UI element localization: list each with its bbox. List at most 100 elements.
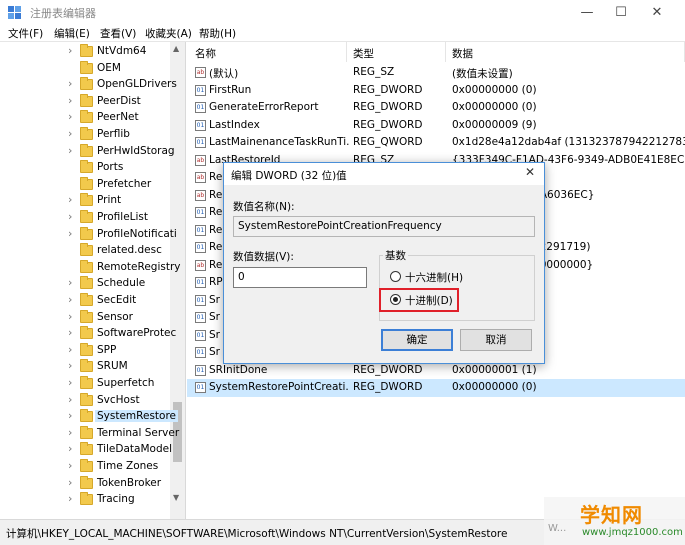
column-header-type[interactable]: 类型 (347, 42, 446, 62)
tree-item[interactable]: RemoteRegistry (0, 259, 181, 277)
dialog-close-icon[interactable]: ✕ (520, 165, 540, 183)
folder-icon (80, 376, 93, 389)
expand-chevron-icon[interactable]: › (68, 459, 72, 472)
tree-item[interactable]: › SoftwareProtec (0, 326, 176, 343)
hex-radio[interactable] (390, 271, 401, 282)
hex-radio-option[interactable]: 十六进制(H) (390, 269, 500, 285)
menu-favorites[interactable]: 收藏夹(A) (145, 26, 192, 41)
tree-item[interactable]: › OpenGLDrivers (0, 77, 177, 94)
expand-chevron-icon[interactable]: › (68, 293, 72, 306)
expand-chevron-icon[interactable]: › (68, 393, 72, 406)
expand-chevron-icon[interactable]: › (68, 110, 72, 123)
tree-item[interactable]: related.desc (0, 243, 170, 260)
tree-item[interactable]: › Terminal Server (0, 425, 179, 443)
folder-icon (80, 60, 93, 74)
expand-chevron-icon[interactable]: › (68, 127, 72, 140)
tree-item[interactable]: › Print (0, 193, 170, 210)
expand-chevron-icon[interactable]: › (68, 144, 72, 157)
tree-item[interactable]: Prefetcher (0, 176, 170, 194)
value-type: REG_SZ (353, 66, 395, 78)
tree-item[interactable]: Ports (0, 160, 170, 177)
value-type: REG_QWORD (353, 136, 423, 148)
tree-item[interactable]: › PeerDist (0, 93, 170, 111)
tree-item[interactable]: › SvcHost (0, 392, 170, 410)
tree-item-label: ProfileList (97, 211, 149, 223)
value-row[interactable]: 01 FirstRun REG_DWORD 0x00000000 (0) (187, 82, 685, 100)
expand-chevron-icon[interactable]: › (68, 442, 72, 455)
maximize-button[interactable]: ☐ (604, 0, 638, 24)
value-row[interactable]: 01 SystemRestorePointCreati... REG_DWORD 0x… (187, 379, 685, 397)
close-button[interactable]: ✕ (640, 0, 674, 24)
value-row[interactable]: 01 SRInitDone REG_DWORD 0x00000001 (1) (187, 362, 685, 380)
tree-item-label: Tracing (97, 493, 135, 506)
expand-chevron-icon[interactable]: › (68, 276, 72, 289)
expand-chevron-icon[interactable]: › (68, 476, 72, 489)
tree-item[interactable]: › SPP (0, 342, 170, 360)
tree-item[interactable]: › TileDataModel (0, 442, 172, 459)
expand-chevron-icon[interactable]: › (68, 376, 72, 389)
tree-item[interactable]: › Perflib (0, 127, 170, 144)
expand-chevron-icon[interactable]: › (68, 492, 72, 505)
scroll-up-icon[interactable]: ▲ (173, 44, 179, 53)
close-icon: ✕ (651, 4, 663, 20)
tree-item-label: SoftwareProtec (97, 327, 177, 340)
value-data-input[interactable]: 0 (233, 267, 367, 288)
tree-item-label: Schedule (97, 277, 146, 290)
expand-chevron-icon[interactable]: › (68, 326, 72, 339)
column-header-data[interactable]: 数据 (446, 42, 685, 62)
tree-item-label: related.desc (97, 244, 162, 257)
cancel-button[interactable]: 取消 (460, 329, 532, 351)
tree-item[interactable]: › Sensor (0, 309, 170, 327)
expand-chevron-icon[interactable]: › (68, 210, 72, 223)
expand-chevron-icon[interactable]: › (68, 77, 72, 90)
tree-item[interactable]: › PeerNet (0, 110, 170, 127)
tree-item[interactable]: › PerHwIdStorag (0, 143, 175, 161)
ok-button[interactable]: 确定 (381, 329, 453, 351)
value-name: SystemRestorePointCreati... (209, 381, 349, 393)
tree-item[interactable]: › SRUM (0, 359, 170, 376)
scroll-down-icon[interactable]: ▼ (173, 493, 179, 502)
tree-item[interactable]: OEM (0, 60, 170, 78)
folder-icon (80, 176, 93, 190)
menu-file[interactable]: 文件(F) (8, 26, 43, 41)
value-data: 0x00000000 (0) (452, 101, 537, 113)
expand-chevron-icon[interactable]: › (68, 359, 72, 372)
tree-item[interactable]: › SystemRestore (0, 409, 178, 426)
expand-chevron-icon[interactable]: › (68, 44, 72, 57)
tree-item[interactable]: › TokenBroker (0, 475, 170, 493)
tree-vertical-scrollbar[interactable]: ▲ ▼ (170, 42, 185, 519)
expand-chevron-icon[interactable]: › (68, 310, 72, 323)
column-header-name[interactable]: 名称 (187, 42, 347, 62)
tree-item[interactable]: › ProfileNotificati (0, 226, 177, 244)
site-watermark: W... 学知网 www.jmqz1000.com (544, 497, 685, 545)
tree-item[interactable]: › ProfileList (0, 210, 170, 227)
expand-chevron-icon[interactable]: › (68, 94, 72, 107)
folder-icon (80, 143, 93, 157)
menu-edit[interactable]: 编辑(E) (54, 26, 90, 41)
tree-item[interactable]: › Schedule (0, 276, 170, 293)
tree-item-label: Time Zones (97, 460, 159, 472)
tree-item[interactable]: › Superfetch (0, 376, 170, 393)
title-bar: 注册表编辑器 — ☐ ✕ (0, 0, 685, 24)
expand-chevron-icon[interactable]: › (68, 193, 72, 206)
value-row[interactable]: 01 GenerateErrorReport REG_DWORD 0x00000000… (187, 99, 685, 117)
menu-help[interactable]: 帮助(H) (199, 26, 236, 41)
tree-item[interactable]: › SecEdit (0, 293, 170, 310)
tree-item[interactable]: › Time Zones (0, 459, 170, 476)
value-row[interactable]: ab (默认) REG_SZ (数值未设置) (187, 64, 685, 82)
value-type: REG_DWORD (353, 83, 423, 96)
registry-tree[interactable]: ▲ ▼ › NtVdm64 OEM › OpenGLDrivers › PeerDist › P… (0, 42, 186, 519)
expand-chevron-icon[interactable]: › (68, 343, 72, 356)
tree-item[interactable]: › NtVdm64 (0, 44, 170, 61)
binary-value-icon: 01 (195, 242, 206, 253)
expand-chevron-icon[interactable]: › (68, 227, 72, 240)
minimize-button[interactable]: — (570, 0, 604, 24)
expand-chevron-icon[interactable]: › (68, 409, 72, 422)
expand-chevron-icon[interactable]: › (68, 426, 72, 439)
menu-view[interactable]: 查看(V) (100, 26, 136, 41)
value-row[interactable]: 01 LastIndex REG_DWORD 0x00000009 (9) (187, 117, 685, 135)
watermark-prefix: W... (548, 523, 567, 534)
folder-icon (80, 442, 93, 456)
tree-item[interactable]: › Tracing (0, 492, 170, 509)
value-row[interactable]: 01 LastMainenanceTaskRunTi... REG_QWORD 0x1… (187, 134, 685, 152)
